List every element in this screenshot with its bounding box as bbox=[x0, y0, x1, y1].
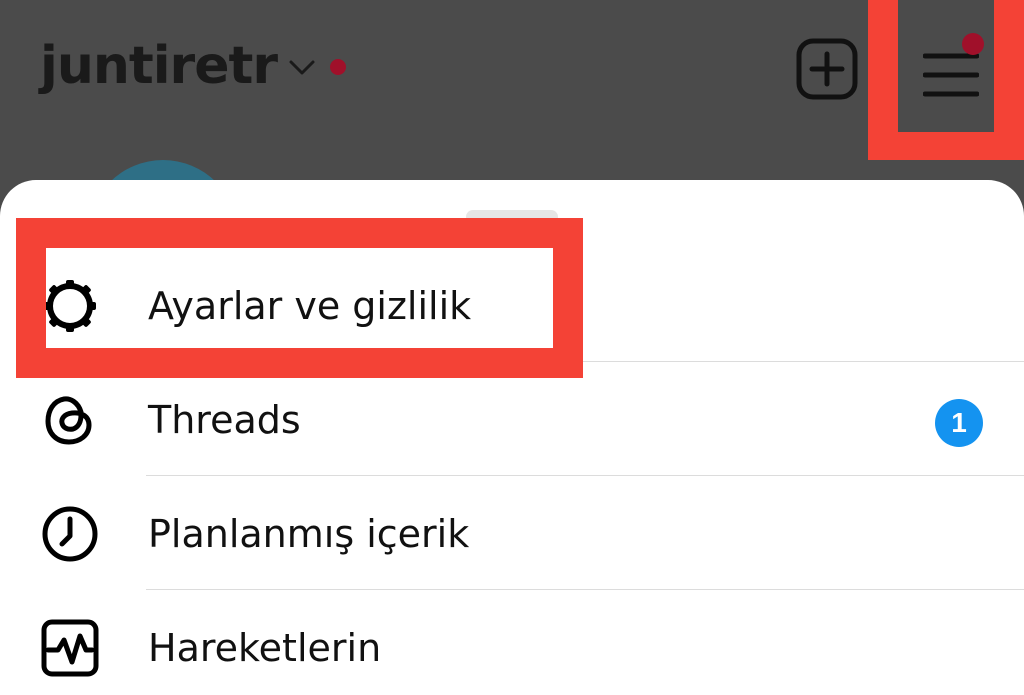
settings-highlight-box bbox=[16, 218, 583, 378]
menu-item-label: Hareketlerin bbox=[148, 626, 382, 670]
notification-dot bbox=[330, 59, 346, 75]
threads-icon bbox=[45, 396, 92, 445]
menu-item-scheduled-content[interactable]: Planlanmış içerik bbox=[0, 476, 1024, 590]
menu-highlight-box bbox=[868, 0, 1024, 160]
chevron-down-icon[interactable] bbox=[288, 58, 316, 78]
menu-item-label: Threads bbox=[148, 398, 301, 442]
username-title[interactable]: juntiretr bbox=[40, 36, 278, 96]
menu-item-threads[interactable]: Threads 1 bbox=[0, 362, 1024, 476]
notification-badge: 1 bbox=[935, 399, 983, 447]
plus-square-icon[interactable] bbox=[796, 38, 858, 100]
menu-item-label: Planlanmış içerik bbox=[148, 512, 470, 556]
profile-header: juntiretr bbox=[0, 0, 1024, 180]
menu-item-your-activity[interactable]: Hareketlerin bbox=[0, 590, 1024, 695]
activity-icon bbox=[41, 619, 99, 677]
clock-icon bbox=[42, 506, 98, 562]
